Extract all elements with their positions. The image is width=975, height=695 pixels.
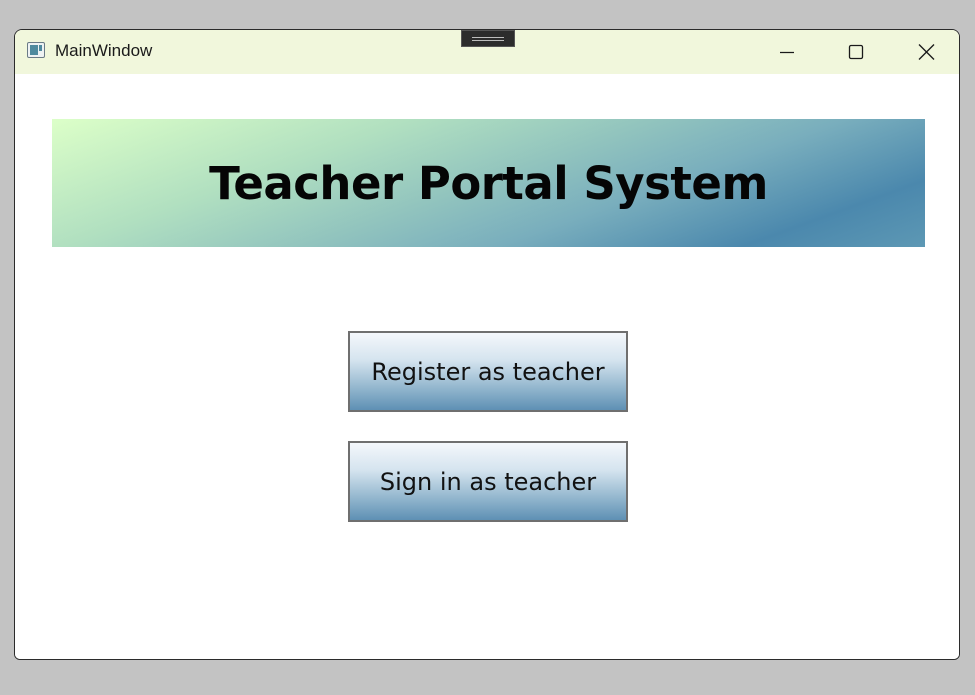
window-title: MainWindow: [55, 41, 153, 60]
main-window: MainWindow Teacher Portal System Registe…: [14, 29, 960, 660]
title-bar[interactable]: MainWindow: [15, 30, 959, 74]
window-content: Teacher Portal System Register as teache…: [15, 74, 959, 659]
page-title: Teacher Portal System: [209, 156, 768, 210]
header-banner: Teacher Portal System: [52, 119, 925, 247]
minimize-icon: [780, 51, 794, 54]
register-as-teacher-button[interactable]: Register as teacher: [348, 331, 628, 412]
maximize-button[interactable]: [833, 36, 879, 68]
drag-handle[interactable]: [461, 30, 515, 47]
close-icon: [918, 44, 935, 60]
minimize-button[interactable]: [764, 36, 810, 68]
maximize-icon: [848, 44, 864, 60]
close-button[interactable]: [903, 36, 949, 68]
app-window-icon: [27, 42, 45, 58]
sign-in-as-teacher-button[interactable]: Sign in as teacher: [348, 441, 628, 522]
